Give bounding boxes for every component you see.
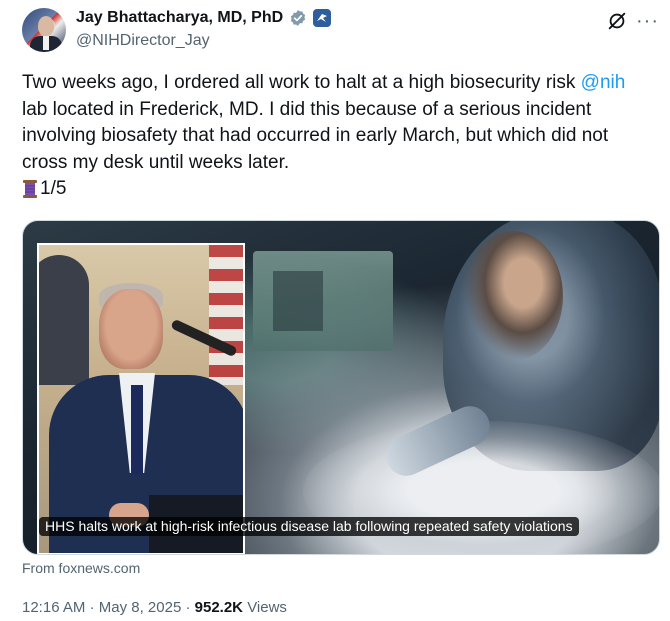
thread-indicator: 1/5 <box>22 176 652 203</box>
meta-separator: · <box>185 599 191 616</box>
grok-icon[interactable] <box>606 10 628 32</box>
inset-head <box>99 289 163 369</box>
thread-count: 1/5 <box>40 178 67 199</box>
tweet-time[interactable]: 12:16 AM <box>22 599 85 616</box>
card-image-lab-figure <box>273 271 323 331</box>
inset-flag <box>209 245 243 385</box>
author-handle[interactable]: @NIHDirector_Jay <box>76 32 210 50</box>
tweet-meta: 12:16 AM · May 8, 2025 · 952.2K Views <box>22 599 287 616</box>
views-label[interactable]: Views <box>247 599 287 616</box>
inset-background-person <box>39 255 89 385</box>
author-display-name[interactable]: Jay Bhattacharya, MD, PhD <box>76 9 283 27</box>
card-image-visor <box>463 231 563 361</box>
card-source[interactable]: From foxnews.com <box>22 560 140 576</box>
tweet-body-start: Two weeks ago, I ordered all work to hal… <box>22 72 581 93</box>
avatar-face <box>38 16 54 36</box>
tweet-body-end: lab located in Frederick, MD. I did this… <box>22 98 609 173</box>
more-options-icon[interactable]: ··· <box>636 11 659 31</box>
meta-separator: · <box>89 599 95 616</box>
government-affiliation-icon[interactable] <box>313 9 332 27</box>
author-name-row: Jay Bhattacharya, MD, PhD <box>76 9 332 27</box>
card-image-inset-speaker <box>37 243 245 554</box>
card-caption: HHS halts work at high-risk infectious d… <box>39 517 579 536</box>
tweet-date[interactable]: May 8, 2025 <box>99 599 182 616</box>
inset-tie <box>131 385 143 475</box>
avatar-shirt <box>43 36 49 50</box>
verified-badge-icon[interactable] <box>289 9 307 27</box>
link-card[interactable]: HHS halts work at high-risk infectious d… <box>22 220 660 555</box>
thread-spool-emoji <box>23 180 37 199</box>
author-avatar[interactable] <box>22 8 66 52</box>
mention-link[interactable]: @nih <box>581 72 626 93</box>
tweet-text: Two weeks ago, I ordered all work to hal… <box>22 70 652 203</box>
eagle-icon <box>317 14 328 22</box>
views-count[interactable]: 952.2K <box>195 599 243 616</box>
